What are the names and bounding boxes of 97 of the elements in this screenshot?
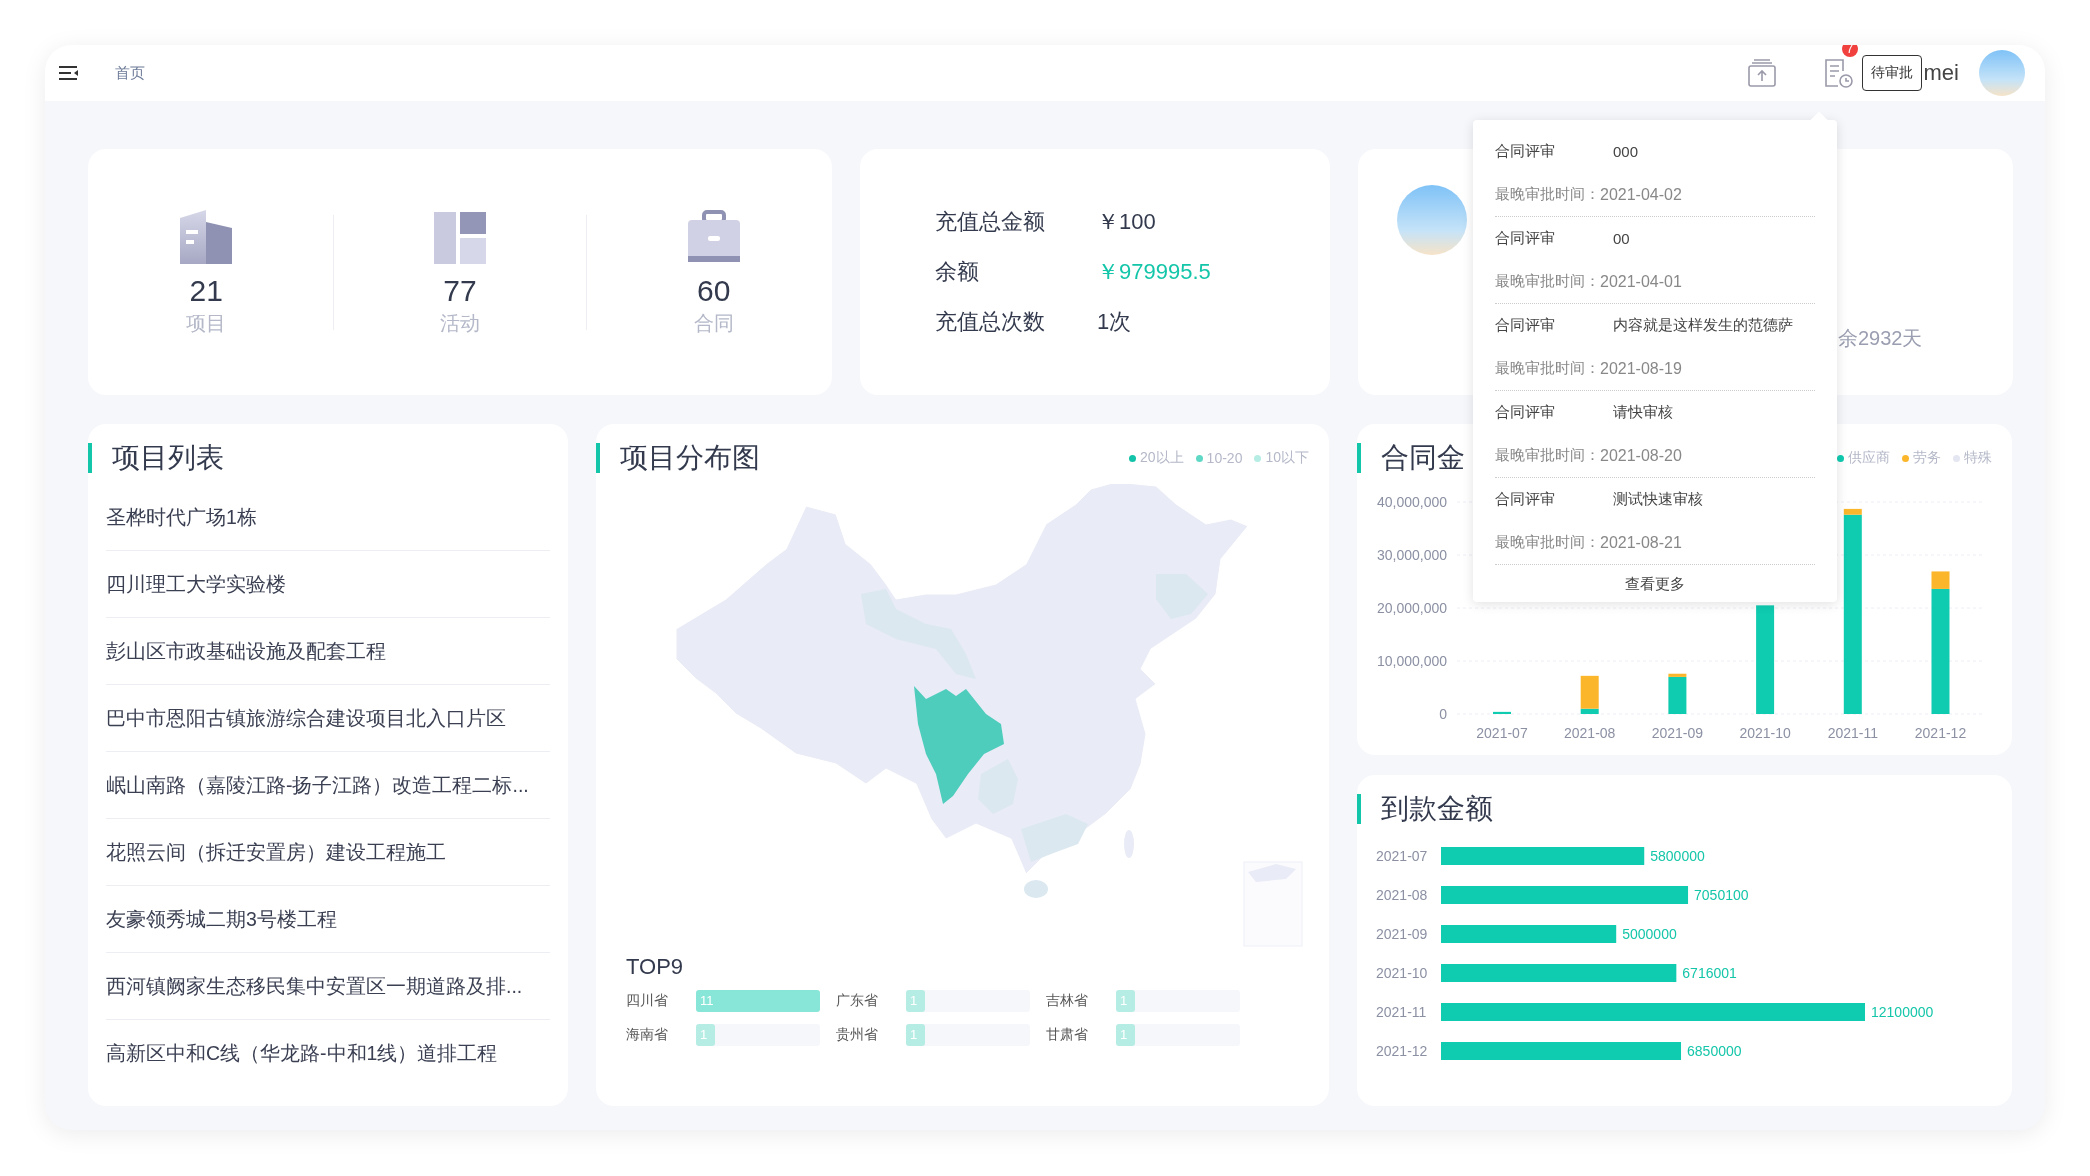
stat-value: 21 bbox=[189, 273, 223, 308]
axis-label: 2021-11 bbox=[1376, 1004, 1427, 1020]
axis-label: 2021-12 bbox=[1376, 1043, 1428, 1059]
approval-title[interactable]: 测试快速审核 bbox=[1613, 490, 1703, 509]
approval-type: 合同评审 bbox=[1495, 142, 1556, 161]
approval-type: 合同评审 bbox=[1495, 490, 1556, 509]
recharge-label: 充值总金额 bbox=[935, 208, 1046, 236]
deadline-label: 最晚审批时间： bbox=[1495, 359, 1600, 378]
deadline-date: 2021-04-01 bbox=[1600, 272, 1682, 291]
deadline-date: 2021-08-19 bbox=[1600, 359, 1682, 378]
view-more-link[interactable]: 查看更多 bbox=[1495, 565, 1815, 594]
bar bbox=[1493, 711, 1511, 714]
axis-label: 0 bbox=[1439, 706, 1447, 722]
legend-label: 供应商 bbox=[1848, 449, 1890, 467]
axis-label: 2021-07 bbox=[1376, 848, 1428, 864]
axis-label: 2021-08 bbox=[1564, 725, 1616, 741]
project-item[interactable]: 四川理工大学实验楼 bbox=[106, 551, 550, 618]
axis-label: 30,000,000 bbox=[1376, 547, 1447, 563]
recharge-label: 充值总次数 bbox=[935, 308, 1046, 336]
project-item[interactable]: 彭山区市政基础设施及配套工程 bbox=[106, 618, 550, 685]
axis-label: 40,000,000 bbox=[1376, 494, 1447, 510]
count-bar: 1 bbox=[1116, 990, 1135, 1012]
count-bar: 1 bbox=[906, 1024, 925, 1046]
project-item[interactable]: 友豪领秀城二期3号楼工程 bbox=[106, 886, 550, 953]
axis-label: 20,000,000 bbox=[1376, 600, 1447, 616]
project-item[interactable]: 圣桦时代广场1栋 bbox=[106, 484, 550, 551]
data-label: 12100000 bbox=[1871, 1004, 1934, 1020]
tooltip: 待审批 bbox=[1861, 55, 1922, 91]
data-label: 6850000 bbox=[1687, 1043, 1742, 1059]
axis-label: 2021-08 bbox=[1376, 887, 1428, 903]
avatar[interactable] bbox=[1979, 50, 2025, 96]
deadline-label: 最晚审批时间： bbox=[1495, 185, 1600, 204]
stat-label: 合同 bbox=[693, 310, 734, 336]
data-label: 5000000 bbox=[1622, 926, 1677, 942]
deadline-label: 最晚审批时间： bbox=[1495, 272, 1600, 291]
count-bar: 11 bbox=[696, 990, 820, 1012]
data-label: 6716001 bbox=[1682, 965, 1737, 981]
card-title: 项目分布图 bbox=[620, 441, 760, 475]
data-label: 5800000 bbox=[1650, 848, 1705, 864]
province-name: 贵州省 bbox=[836, 1026, 879, 1044]
approval-title[interactable]: 000 bbox=[1613, 143, 1639, 160]
axis-label: 2021-12 bbox=[1914, 725, 1967, 741]
card-title: 到款金额 bbox=[1381, 792, 1493, 826]
count-bar: 1 bbox=[696, 1024, 715, 1046]
province-name: 广东省 bbox=[836, 992, 879, 1010]
upload-box-icon[interactable] bbox=[1745, 57, 1778, 89]
project-item[interactable]: 花照云间（拆迁安置房）建设工程施工 bbox=[106, 819, 550, 886]
province-name: 海南省 bbox=[626, 1026, 669, 1044]
stat-value: 77 bbox=[443, 273, 477, 308]
count-bar: 1 bbox=[906, 990, 925, 1012]
deadline-date: 2021-04-02 bbox=[1600, 185, 1682, 204]
project-item[interactable]: 高新区中和C线（华龙路-中和1线）道排工程 bbox=[106, 1020, 550, 1086]
province-name: 吉林省 bbox=[1046, 992, 1089, 1010]
legend-label: 10-20 bbox=[1206, 450, 1243, 466]
axis-label: 2021-10 bbox=[1739, 725, 1791, 741]
legend-label: 特殊 bbox=[1964, 449, 1992, 467]
stat-value: 60 bbox=[697, 273, 731, 308]
stat-label: 项目 bbox=[186, 310, 227, 336]
data-label: 7050100 bbox=[1694, 887, 1749, 903]
axis-label: 2021-07 bbox=[1476, 725, 1528, 741]
notification-badge: 7 bbox=[1841, 45, 1859, 57]
recharge-value: ￥100 bbox=[1097, 208, 1156, 236]
stat-label: 活动 bbox=[439, 310, 480, 336]
approval-title[interactable]: 内容就是这样发生的范德萨 bbox=[1613, 316, 1793, 335]
legend-label: 劳务 bbox=[1913, 449, 1941, 467]
top-title: TOP9 bbox=[626, 954, 684, 979]
approval-title[interactable]: 00 bbox=[1613, 230, 1630, 247]
project-item[interactable]: 岷山南路（嘉陵江路-扬子江路）改造工程二标... bbox=[106, 752, 550, 819]
recharge-label: 余额 bbox=[935, 258, 980, 286]
approval-type: 合同评审 bbox=[1495, 229, 1556, 248]
remaining-days: 余2932天 bbox=[1838, 325, 1923, 352]
province-name: 甘肃省 bbox=[1046, 1026, 1089, 1044]
project-item[interactable]: 西河镇阙家生态移民集中安置区一期道路及排... bbox=[106, 953, 550, 1020]
axis-label: 2021-09 bbox=[1651, 725, 1704, 741]
card-title: 项目列表 bbox=[112, 441, 224, 475]
axis-label: 2021-09 bbox=[1376, 926, 1428, 942]
province-name: 四川省 bbox=[626, 992, 669, 1010]
deadline-label: 最晚审批时间： bbox=[1495, 446, 1600, 465]
legend-label: 10以下 bbox=[1265, 449, 1309, 467]
recharge-value: 1次 bbox=[1097, 308, 1132, 336]
approval-type: 合同评审 bbox=[1495, 316, 1556, 335]
card-title: 合同金 bbox=[1381, 441, 1465, 475]
menu-icon[interactable] bbox=[59, 65, 79, 81]
user-name[interactable]: mei bbox=[1923, 60, 1959, 86]
recharge-value: ￥979995.5 bbox=[1097, 258, 1211, 286]
breadcrumb-link[interactable]: 首页 bbox=[115, 63, 145, 83]
axis-label: 10,000,000 bbox=[1376, 653, 1447, 669]
count-bar: 1 bbox=[1116, 1024, 1135, 1046]
legend-label: 20以上 bbox=[1140, 449, 1184, 467]
axis-label: 2021-11 bbox=[1827, 725, 1878, 741]
approval-title[interactable]: 请快审核 bbox=[1613, 403, 1673, 422]
deadline-date: 2021-08-21 bbox=[1600, 533, 1682, 552]
deadline-date: 2021-08-20 bbox=[1600, 446, 1682, 465]
deadline-label: 最晚审批时间： bbox=[1495, 533, 1600, 552]
axis-label: 2021-10 bbox=[1376, 965, 1428, 981]
approval-type: 合同评审 bbox=[1495, 403, 1556, 422]
project-item[interactable]: 巴中市恩阳古镇旅游综合建设项目北入口片区 bbox=[106, 685, 550, 752]
